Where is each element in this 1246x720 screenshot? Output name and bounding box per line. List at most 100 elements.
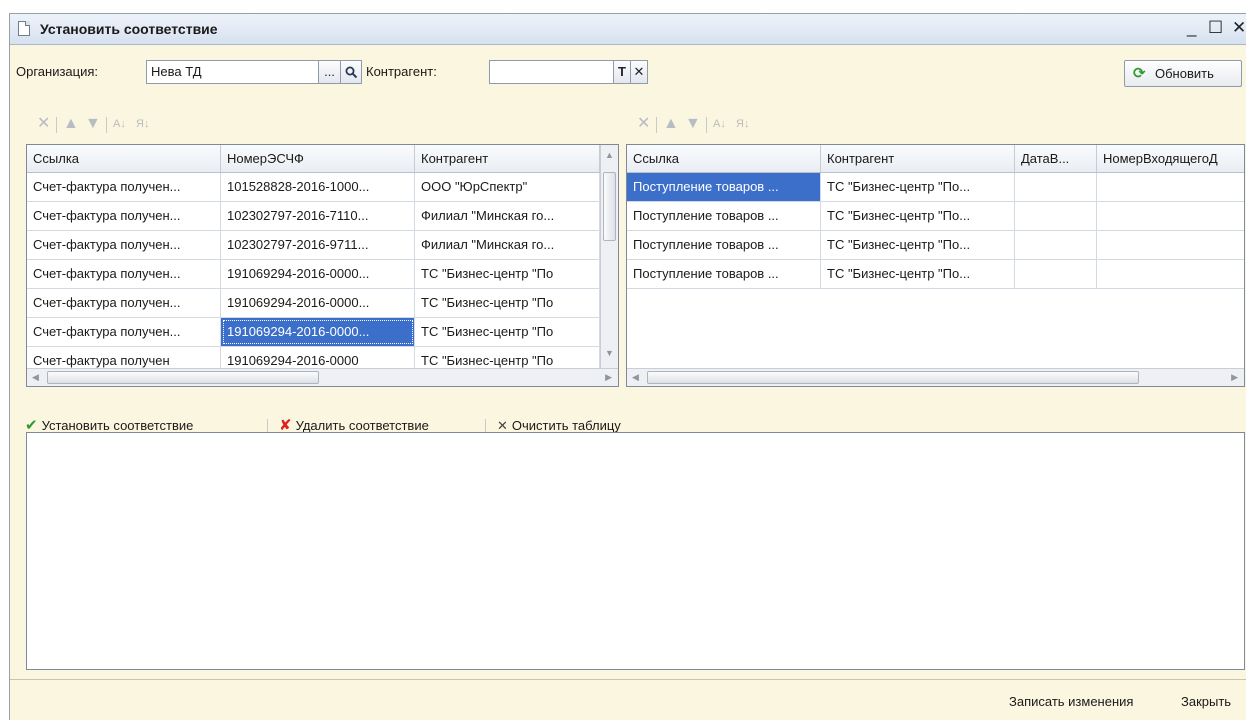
scroll-left-arrow-icon[interactable]: ◀ [632,369,639,386]
table-row[interactable]: Поступление товаров ... ТС "Бизнес-центр… [627,260,1244,289]
column-header[interactable]: Контрагент [415,145,600,172]
table-cell[interactable]: ТС "Бизнес-центр "По [415,260,600,288]
move-down-icon[interactable]: ▼ [685,114,701,134]
table-cell[interactable] [1015,202,1097,230]
column-header[interactable]: НомерЭСЧФ [221,145,415,172]
table-cell[interactable] [1097,260,1244,288]
matches-table[interactable] [26,432,1245,670]
counterparty-field[interactable] [489,60,614,84]
scroll-right-arrow-icon[interactable]: ▶ [605,369,612,386]
table-cell[interactable]: ТС "Бизнес-центр "По [415,289,600,317]
move-down-icon[interactable]: ▼ [85,114,101,134]
minimize-button[interactable]: _ [1187,18,1196,38]
horizontal-scrollbar[interactable]: ◀ ▶ [27,368,618,386]
scroll-up-arrow-icon[interactable]: ▲ [605,147,614,164]
table-cell[interactable]: 101528828-2016-1000... [221,173,415,201]
table-cell[interactable]: ТС "Бизнес-центр "По... [821,231,1015,259]
table-cell[interactable]: ТС "Бизнес-центр "По... [821,202,1015,230]
table-cell-selected[interactable]: Поступление товаров ... [627,173,821,201]
scroll-down-arrow-icon[interactable]: ▼ [605,345,614,362]
table-row[interactable]: Счет-фактура получен... 191069294-2016-0… [27,289,618,318]
close-button[interactable]: Закрыть [1181,694,1231,709]
table-row[interactable]: Счет-фактура получен... 101528828-2016-1… [27,173,618,202]
document-icon [18,21,30,36]
organization-choose-button[interactable]: ... [318,60,341,84]
sort-descending-icon[interactable]: Я↓ [736,114,749,134]
clear-table-label: Очистить таблицу [511,418,621,433]
move-up-icon[interactable]: ▲ [663,114,679,134]
search-button[interactable] [340,60,362,84]
title-bar: Установить соответствие _ ☐ ✕ [10,14,1246,45]
delete-icon[interactable]: ✕ [37,114,50,134]
table-cell[interactable]: Поступление товаров ... [627,202,821,230]
scroll-left-arrow-icon[interactable]: ◀ [32,369,39,386]
table-cell[interactable]: Счет-фактура получен... [27,318,221,346]
table-cell[interactable] [1097,231,1244,259]
scrollbar-thumb[interactable] [47,371,319,384]
table-cell[interactable]: ТС "Бизнес-центр "По [415,318,600,346]
column-header[interactable]: Ссылка [627,145,821,172]
table-cell[interactable] [1015,231,1097,259]
organization-field[interactable]: Нева ТД [146,60,319,84]
clear-icon: ✕ [497,418,508,433]
table-cell[interactable]: 191069294-2016-0000... [221,289,415,317]
invoices-table: Ссылка НомерЭСЧФ Контрагент Счет-фактура… [26,144,619,387]
table-row[interactable]: Счет-фактура получен... 191069294-2016-0… [27,260,618,289]
table-row[interactable]: Поступление товаров ... ТС "Бизнес-центр… [627,202,1244,231]
refresh-button[interactable]: ⟳ Обновить [1124,60,1242,87]
column-header[interactable]: Ссылка [27,145,221,172]
column-header[interactable]: НомерВходящегоД [1097,145,1244,172]
table-cell[interactable]: Филиал "Минская го... [415,231,600,259]
table-cell[interactable] [1097,173,1244,201]
table-cell[interactable]: 102302797-2016-9711... [221,231,415,259]
table-header: Ссылка Контрагент ДатаВ... НомерВходящег… [627,145,1244,173]
table-row-selected[interactable]: Поступление товаров ... ТС "Бизнес-центр… [627,173,1244,202]
scrollbar-thumb[interactable] [603,172,616,241]
table-cell[interactable] [1015,260,1097,288]
footer-divider [10,679,1246,680]
counterparty-clear-button[interactable]: ✕ [630,60,648,84]
maximize-button[interactable]: ☐ [1208,18,1223,38]
scrollbar-thumb[interactable] [647,371,1139,384]
vertical-scrollbar[interactable]: ▲ ▼ [600,145,618,368]
table-cell[interactable]: Счет-фактура получен... [27,289,221,317]
table-cell[interactable] [1097,202,1244,230]
table-cell[interactable] [1015,173,1097,201]
table-cell-selected[interactable]: 191069294-2016-0000... [221,318,415,346]
delete-icon[interactable]: ✕ [637,114,650,134]
table-row[interactable]: Счет-фактура получен... 102302797-2016-7… [27,202,618,231]
table-cell[interactable]: ТС "Бизнес-центр "По... [821,260,1015,288]
table-row[interactable]: Поступление товаров ... ТС "Бизнес-центр… [627,231,1244,260]
sort-ascending-icon[interactable]: A↓ [713,114,726,134]
set-match-label: Установить соответствие [41,418,194,433]
horizontal-scrollbar[interactable]: ◀ ▶ [627,368,1244,386]
column-header[interactable]: ДатаВ... [1015,145,1097,172]
close-window-button[interactable]: ✕ [1232,18,1246,38]
table-cell[interactable]: 102302797-2016-7110... [221,202,415,230]
scroll-right-arrow-icon[interactable]: ▶ [1231,369,1238,386]
table-cell[interactable]: Счет-фактура получен... [27,260,221,288]
table-row[interactable]: Счет-фактура получен... 102302797-2016-9… [27,231,618,260]
table-cell[interactable]: Поступление товаров ... [627,260,821,288]
delete-match-label: Удалить соответствие [295,418,429,433]
column-header[interactable]: Контрагент [821,145,1015,172]
toolbar-separator [56,117,57,133]
table-cell[interactable]: Счет-фактура получен... [27,202,221,230]
refresh-icon: ⟳ [1133,65,1146,82]
toolbar-separator [656,117,657,133]
table-cell[interactable]: Поступление товаров ... [627,231,821,259]
counterparty-type-button[interactable]: T [613,60,631,84]
table-cell[interactable]: Счет-фактура получен... [27,173,221,201]
table-cell[interactable]: Счет-фактура получен... [27,231,221,259]
table-cell[interactable]: ТС "Бизнес-центр "По... [821,173,1015,201]
window-title: Установить соответствие [40,21,218,37]
match-window: Установить соответствие _ ☐ ✕ Организаци… [9,13,1246,720]
sort-descending-icon[interactable]: Я↓ [136,114,149,134]
save-changes-button[interactable]: Записать изменения [1009,694,1133,709]
table-cell[interactable]: ООО "ЮрСпектр" [415,173,600,201]
table-cell[interactable]: Филиал "Минская го... [415,202,600,230]
move-up-icon[interactable]: ▲ [63,114,79,134]
sort-ascending-icon[interactable]: A↓ [113,114,126,134]
table-cell[interactable]: 191069294-2016-0000... [221,260,415,288]
table-row-selected[interactable]: Счет-фактура получен... 191069294-2016-0… [27,318,618,347]
